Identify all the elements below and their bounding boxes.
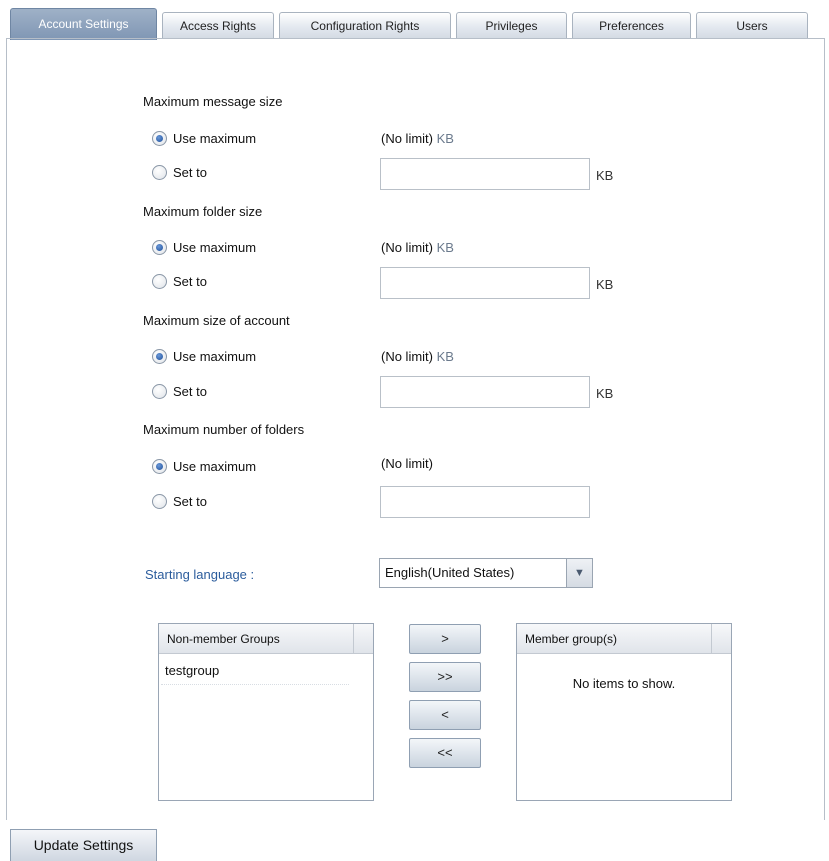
tab-configuration-rights[interactable]: Configuration Rights — [279, 12, 451, 39]
tab-preferences[interactable]: Preferences — [572, 12, 691, 39]
section-title-folder-size: Maximum folder size — [143, 204, 263, 219]
remove-all-groups-button[interactable]: << — [409, 738, 481, 768]
radio-checked-icon[interactable] — [152, 459, 167, 474]
folder-count-limit: (No limit) — [381, 456, 433, 471]
remove-group-button[interactable]: < — [409, 700, 481, 730]
account-size-limit: (No limit) KB — [381, 349, 454, 364]
radio-checked-icon[interactable] — [152, 131, 167, 146]
account-size-unit: KB — [596, 386, 614, 401]
list-header[interactable]: Member group(s) — [517, 624, 731, 654]
radio-unchecked-icon[interactable] — [152, 165, 167, 180]
update-settings-button[interactable]: Update Settings — [10, 829, 157, 861]
radio-label: Set to — [173, 494, 207, 509]
account-size-use-maximum[interactable]: Use maximum — [152, 349, 256, 364]
folder-count-set-to[interactable]: Set to — [152, 494, 207, 509]
message-size-input[interactable] — [380, 158, 590, 190]
message-size-set-to[interactable]: Set to — [152, 165, 207, 180]
add-all-groups-button[interactable]: >> — [409, 662, 481, 692]
radio-label: Use maximum — [173, 131, 257, 146]
starting-language-label: Starting language : — [145, 567, 255, 582]
select-value: English(United States) — [385, 565, 515, 580]
folder-count-use-maximum[interactable]: Use maximum — [152, 459, 256, 474]
radio-label: Use maximum — [173, 240, 257, 255]
limit-text: (No limit) — [381, 456, 433, 471]
starting-language-select[interactable]: English(United States) ▼ — [379, 558, 593, 588]
section-title-message-size: Maximum message size — [143, 94, 283, 109]
column-resize-handle[interactable] — [353, 624, 373, 653]
radio-label: Set to — [173, 165, 207, 180]
account-size-input[interactable] — [380, 376, 590, 408]
folder-size-set-to[interactable]: Set to — [152, 274, 207, 289]
limit-text: (No limit) — [381, 131, 433, 146]
folder-size-use-maximum[interactable]: Use maximum — [152, 240, 256, 255]
empty-list-message: No items to show. — [572, 676, 676, 691]
column-resize-handle[interactable] — [711, 624, 731, 653]
limit-unit: KB — [436, 131, 454, 146]
chevron-down-icon[interactable]: ▼ — [566, 559, 592, 587]
list-header[interactable]: Non-member Groups — [159, 624, 373, 654]
list-item[interactable]: testgroup — [161, 654, 349, 685]
list-header-label: Non-member Groups — [167, 632, 280, 646]
tab-account-settings[interactable]: Account Settings — [10, 8, 157, 40]
tab-privileges[interactable]: Privileges — [456, 12, 567, 39]
folder-size-input[interactable] — [380, 267, 590, 299]
radio-label: Use maximum — [173, 459, 257, 474]
folder-size-limit: (No limit) KB — [381, 240, 454, 255]
folder-count-input[interactable] — [380, 486, 590, 518]
message-size-use-maximum[interactable]: Use maximum — [152, 131, 256, 146]
radio-checked-icon[interactable] — [152, 240, 167, 255]
limit-unit: KB — [436, 240, 454, 255]
limit-text: (No limit) — [381, 240, 433, 255]
radio-unchecked-icon[interactable] — [152, 384, 167, 399]
non-member-groups-list[interactable]: Non-member Groups testgroup — [158, 623, 374, 801]
radio-unchecked-icon[interactable] — [152, 494, 167, 509]
radio-unchecked-icon[interactable] — [152, 274, 167, 289]
radio-label: Set to — [173, 384, 207, 399]
message-size-unit: KB — [596, 168, 614, 183]
radio-label: Set to — [173, 274, 207, 289]
member-groups-list[interactable]: Member group(s) No items to show. — [516, 623, 732, 801]
radio-checked-icon[interactable] — [152, 349, 167, 364]
limit-text: (No limit) — [381, 349, 433, 364]
limit-unit: KB — [436, 349, 454, 364]
section-title-folder-count: Maximum number of folders — [143, 422, 305, 437]
section-title-account-size: Maximum size of account — [143, 313, 290, 328]
tab-users[interactable]: Users — [696, 12, 808, 39]
list-header-label: Member group(s) — [525, 632, 618, 646]
tab-bar: Account Settings Access Rights Configura… — [10, 8, 825, 40]
tab-access-rights[interactable]: Access Rights — [162, 12, 274, 39]
radio-label: Use maximum — [173, 349, 257, 364]
account-size-set-to[interactable]: Set to — [152, 384, 207, 399]
folder-size-unit: KB — [596, 277, 614, 292]
message-size-limit: (No limit) KB — [381, 131, 454, 146]
add-group-button[interactable]: > — [409, 624, 481, 654]
